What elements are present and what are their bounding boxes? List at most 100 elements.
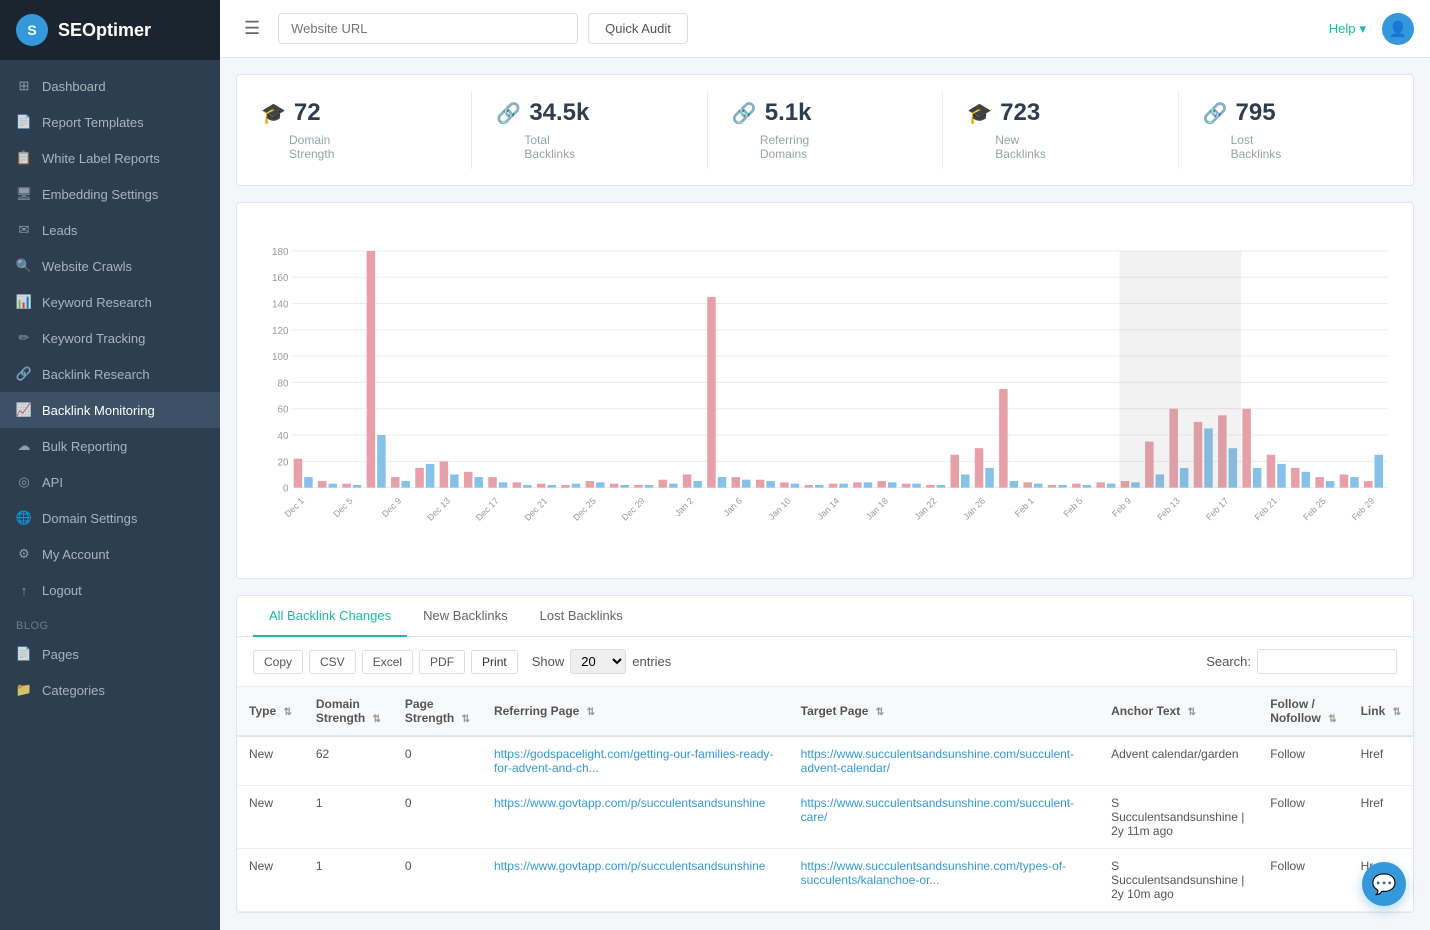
pdf-button[interactable]: PDF — [419, 650, 465, 674]
chat-bubble[interactable]: 💬 — [1362, 862, 1406, 906]
copy-button[interactable]: Copy — [253, 650, 303, 674]
referring-link-2[interactable]: https://www.govtapp.com/p/succulentsands… — [494, 859, 766, 873]
quick-audit-button[interactable]: Quick Audit — [588, 13, 688, 44]
table-row: New10https://www.govtapp.com/p/succulent… — [237, 786, 1413, 849]
cell-1-3: https://www.govtapp.com/p/succulentsands… — [482, 786, 789, 849]
sidebar-label-pages: Pages — [42, 647, 79, 662]
lost-bar-42 — [1326, 481, 1335, 488]
sidebar-item-leads[interactable]: ✉Leads — [0, 212, 220, 248]
referring-link-1[interactable]: https://www.govtapp.com/p/succulentsands… — [494, 796, 766, 810]
bulk-reporting-icon: ☁ — [16, 438, 32, 454]
sidebar-item-backlink-monitoring[interactable]: 📈Backlink Monitoring — [0, 392, 220, 428]
lost-bar-29 — [1010, 481, 1019, 488]
col-header-4[interactable]: Target Page ⇅ — [789, 687, 1099, 736]
sidebar-label-embedding-settings: Embedding Settings — [42, 187, 158, 202]
print-button[interactable]: Print — [471, 650, 518, 674]
sidebar-item-pages[interactable]: 📄Pages — [0, 636, 220, 672]
sidebar-label-dashboard: Dashboard — [42, 79, 106, 94]
new-bar-11 — [561, 485, 570, 488]
url-input[interactable] — [278, 13, 578, 44]
col-header-1[interactable]: DomainStrength ⇅ — [304, 687, 393, 736]
target-link-2[interactable]: https://www.succulentsandsunshine.com/ty… — [801, 859, 1066, 887]
chart-container: 020406080100120140160180Dec 1Dec 5Dec 9D… — [236, 202, 1414, 579]
col-header-7[interactable]: Link ⇅ — [1349, 687, 1413, 736]
cell-1-6: Follow — [1258, 786, 1348, 849]
cell-0-0: New — [237, 736, 304, 786]
col-header-6[interactable]: Follow /Nofollow ⇅ — [1258, 687, 1348, 736]
stat-card-referring-domains: 🔗 5.1k ReferringDomains — [708, 91, 943, 169]
lost-bar-22 — [839, 484, 848, 488]
sidebar-item-api[interactable]: ◎API — [0, 464, 220, 500]
new-bar-43 — [1340, 474, 1349, 487]
target-link-1[interactable]: https://www.succulentsandsunshine.com/su… — [801, 796, 1074, 824]
sidebar-logo: S SEOptimer — [0, 0, 220, 60]
col-header-0[interactable]: Type ⇅ — [237, 687, 304, 736]
svg-text:Dec 17: Dec 17 — [474, 496, 501, 523]
sidebar-item-domain-settings[interactable]: 🌐Domain Settings — [0, 500, 220, 536]
help-button[interactable]: Help ▾ — [1329, 21, 1366, 37]
sidebar-item-report-templates[interactable]: 📄Report Templates — [0, 104, 220, 140]
svg-text:Feb 17: Feb 17 — [1204, 496, 1231, 523]
new-bar-29 — [999, 389, 1008, 488]
lost-backlinks-value: 795 — [1236, 99, 1276, 127]
sidebar-item-bulk-reporting[interactable]: ☁Bulk Reporting — [0, 428, 220, 464]
search-label: Search: — [1206, 654, 1251, 669]
new-bar-32 — [1072, 484, 1081, 488]
new-bar-7 — [464, 472, 473, 488]
stat-card-domain-strength: 🎓 72 DomainStrength — [237, 91, 472, 169]
stat-card-lost-backlinks: 🔗 795 LostBacklinks — [1179, 91, 1413, 169]
sidebar-item-website-crawls[interactable]: 🔍Website Crawls — [0, 248, 220, 284]
domain-strength-value: 72 — [294, 99, 321, 127]
col-header-3[interactable]: Referring Page ⇅ — [482, 687, 789, 736]
sidebar-item-white-label-reports[interactable]: 📋White Label Reports — [0, 140, 220, 176]
user-avatar[interactable]: 👤 — [1382, 13, 1414, 45]
lost-bar-39 — [1253, 468, 1262, 488]
tab-lost[interactable]: Lost Backlinks — [524, 596, 639, 637]
cell-0-7: Href — [1349, 736, 1413, 786]
sidebar-item-dashboard[interactable]: ⊞Dashboard — [0, 68, 220, 104]
sidebar-item-logout[interactable]: ↑Logout — [0, 572, 220, 608]
sidebar-item-keyword-research[interactable]: 📊Keyword Research — [0, 284, 220, 320]
svg-text:Dec 25: Dec 25 — [571, 496, 598, 523]
col-header-2[interactable]: PageStrength ⇅ — [393, 687, 482, 736]
tab-all[interactable]: All Backlink Changes — [253, 596, 407, 637]
sidebar-item-keyword-tracking[interactable]: ✏Keyword Tracking — [0, 320, 220, 356]
lost-bar-23 — [864, 482, 873, 487]
main-area: ☰ Quick Audit Help ▾ 👤 🎓 72 DomainStreng… — [220, 0, 1430, 930]
report-templates-icon: 📄 — [16, 114, 32, 130]
lost-bar-11 — [572, 484, 581, 488]
lost-bar-0 — [304, 477, 313, 488]
svg-text:Dec 1: Dec 1 — [283, 496, 306, 519]
tab-new[interactable]: New Backlinks — [407, 596, 524, 637]
target-link-0[interactable]: https://www.succulentsandsunshine.com/su… — [801, 747, 1074, 775]
cell-2-5: S Succulentsandsunshine | 2y 10m ago — [1099, 849, 1258, 912]
new-bar-24 — [877, 481, 886, 488]
new-bar-9 — [513, 482, 522, 487]
entries-select[interactable]: 2050100 — [570, 649, 626, 674]
new-backlinks-value: 723 — [1000, 99, 1040, 127]
sidebar-item-categories[interactable]: 📁Categories — [0, 672, 220, 708]
col-header-5[interactable]: Anchor Text ⇅ — [1099, 687, 1258, 736]
lost-bar-32 — [1083, 485, 1092, 488]
lost-bar-4 — [401, 481, 410, 488]
svg-text:Feb 1: Feb 1 — [1013, 496, 1036, 519]
sidebar-item-embedding-settings[interactable]: 🖥Embedding Settings — [0, 176, 220, 212]
search-input[interactable] — [1257, 649, 1397, 674]
excel-button[interactable]: Excel — [362, 650, 413, 674]
svg-text:Jan 2: Jan 2 — [673, 496, 695, 518]
csv-button[interactable]: CSV — [309, 650, 356, 674]
lost-bar-28 — [985, 468, 994, 488]
sidebar-item-my-account[interactable]: ⚙My Account — [0, 536, 220, 572]
tabs-table-section: All Backlink ChangesNew BacklinksLost Ba… — [236, 595, 1414, 913]
new-bar-30 — [1023, 482, 1032, 487]
new-bar-28 — [975, 448, 984, 487]
referring-link-0[interactable]: https://godspacelight.com/getting-our-fa… — [494, 747, 773, 775]
stat-card-new-backlinks: 🎓 723 NewBacklinks — [943, 91, 1178, 169]
lost-bar-43 — [1350, 477, 1359, 488]
sidebar-item-backlink-research[interactable]: 🔗Backlink Research — [0, 356, 220, 392]
svg-text:Dec 21: Dec 21 — [522, 496, 549, 523]
new-bar-41 — [1291, 468, 1300, 488]
new-bar-19 — [756, 480, 765, 488]
keyword-research-icon: 📊 — [16, 294, 32, 310]
menu-button[interactable]: ☰ — [236, 14, 268, 43]
